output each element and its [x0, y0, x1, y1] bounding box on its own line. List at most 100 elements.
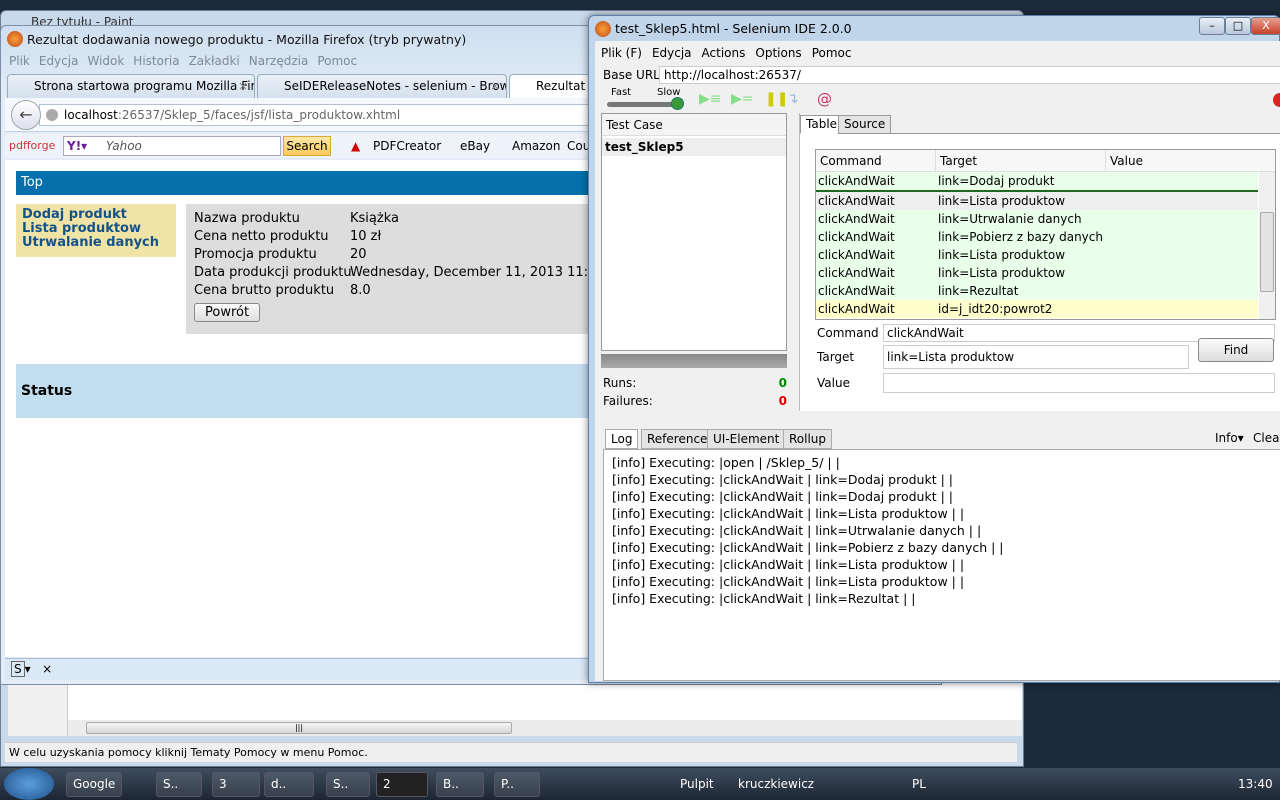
language-indicator[interactable]: PL [912, 777, 926, 791]
taskbar-item[interactable]: S.. [156, 772, 202, 797]
clear-button[interactable]: Clear [1253, 431, 1280, 445]
run-stats: Runs: 0 Failures: 0 [603, 374, 787, 410]
tab-release-notes[interactable]: SeIDEReleaseNotes - selenium - Brow... × [257, 74, 507, 98]
menu-options[interactable]: Options [755, 46, 801, 60]
selenium-body: Plik (F) Edycja Actions Options Pomoc Base U… [595, 41, 1280, 681]
taskbar-item[interactable]: Google [66, 772, 122, 797]
table-row[interactable]: clickAndWait link=Dodaj produkt [816, 172, 1258, 192]
tab-start-page[interactable]: Strona startowa programu Mozilla Fir... × [7, 74, 255, 98]
yahoo-icon: Y!▾ [67, 139, 88, 153]
speed-fast-label: Fast [611, 87, 632, 98]
menu-plik[interactable]: Plik (F) [601, 46, 642, 60]
cell [1106, 300, 1256, 318]
menu-widok[interactable]: Widok [87, 54, 124, 68]
bookmark-pdfcreator[interactable]: PDFCreator [373, 134, 441, 158]
back-button[interactable]: ← [11, 100, 41, 130]
table-row[interactable]: clickAndWait id=j_idt20:powrot2 [816, 300, 1258, 318]
find-button[interactable]: Find [1198, 338, 1274, 362]
taskbar-item[interactable]: d.. [264, 772, 314, 797]
menu-pomoc[interactable]: Pomoc [317, 54, 357, 68]
link-utrwalanie-danych[interactable]: Utrwalanie danych [22, 236, 170, 250]
test-case-item[interactable]: test_Sklep5 [602, 138, 786, 156]
play-test-icon[interactable]: ▶= [731, 91, 754, 107]
powrot-button[interactable]: Powrót [194, 303, 261, 322]
detail-row: Cena netto produktu 10 zł [194, 228, 588, 246]
menu-plik[interactable]: Plik [9, 54, 30, 68]
target-input[interactable]: link=Lista produktow [883, 345, 1189, 369]
log-line: [info] Executing: |clickAndWait | link=U… [612, 523, 982, 538]
table-scrollbar[interactable] [1259, 172, 1275, 319]
taskbar-item[interactable]: S.. [326, 772, 370, 797]
tab-rollup[interactable]: Rollup [783, 429, 833, 449]
status-section: Status [16, 364, 596, 418]
link-lista-produktow[interactable]: Lista produktow [22, 222, 170, 236]
speed-slider[interactable] [607, 102, 681, 107]
addon-s-icon[interactable]: S [11, 661, 25, 677]
addon-close-button[interactable]: × [42, 662, 52, 676]
search-input[interactable]: Yahoo [63, 136, 281, 156]
speed-slider-knob[interactable] [671, 97, 684, 110]
taskbar-item[interactable]: P.. [494, 772, 540, 797]
bookmark-ebay[interactable]: eBay [460, 134, 490, 158]
cell: link=Pobierz z bazy danych [938, 230, 1103, 244]
paint-scroll-thumb[interactable]: ||| [86, 722, 512, 734]
maximize-button[interactable]: □ [1225, 17, 1251, 35]
selenium-title: test_Sklep5.html - Selenium IDE 2.0.0 [615, 21, 852, 36]
table-row[interactable]: clickAndWait link=Rezultat [816, 282, 1258, 300]
pause-icon[interactable]: ❚❚ [765, 91, 788, 107]
base-url-input[interactable]: http://localhost:26537/ [659, 66, 1280, 84]
menu-edycja[interactable]: Edycja [39, 54, 79, 68]
log-line: [info] Executing: |clickAndWait | link=L… [612, 574, 965, 589]
menu-edycja[interactable]: Edycja [652, 46, 692, 60]
table-row[interactable]: clickAndWait link=Pobierz z bazy danych [816, 228, 1258, 246]
start-button[interactable] [4, 768, 54, 800]
taskbar-pulpit[interactable]: Pulpit [680, 777, 714, 791]
search-button[interactable]: Search [283, 136, 331, 156]
link-dodaj-produkt[interactable]: Dodaj produkt [22, 208, 170, 222]
tab-label: Strona startowa programu Mozilla Fir... [34, 79, 255, 93]
record-icon[interactable] [1273, 93, 1280, 107]
tab-rezultat[interactable]: Rezultat do [509, 74, 599, 98]
cell: link=Dodaj produkt [938, 174, 1055, 188]
log-output: [info] Executing: |open | /Sklep_5/ | | [… [603, 449, 1280, 681]
cell [1106, 228, 1256, 246]
rollup-icon[interactable]: @ [817, 90, 832, 108]
close-tab-icon[interactable]: × [490, 75, 500, 97]
table-row[interactable]: clickAndWait link=Lista produktow [816, 264, 1258, 282]
cell: clickAndWait [818, 230, 895, 244]
play-suite-icon[interactable]: ▶≡ [699, 91, 722, 107]
column-command: Command [816, 150, 936, 171]
taskbar-user[interactable]: kruczkiewicz [738, 777, 814, 791]
bookmark-amazon[interactable]: Amazon [512, 134, 561, 158]
table-row[interactable]: clickAndWait link=Lista produktow [816, 192, 1258, 210]
bookmark-more[interactable]: Cou [567, 134, 590, 158]
tab-table[interactable]: Table [800, 115, 844, 134]
step-icon[interactable]: ↴ [787, 91, 799, 107]
taskbar-item[interactable]: 2 [376, 772, 428, 797]
value-input[interactable] [883, 373, 1275, 393]
cell [1106, 192, 1256, 210]
menu-zakladki[interactable]: Zakładki [189, 54, 240, 68]
close-tab-icon[interactable]: × [238, 75, 248, 97]
tab-log[interactable]: Log [605, 429, 639, 449]
detail-label: Cena netto produktu [194, 229, 329, 244]
cell: link=Lista produktow [938, 248, 1066, 262]
cell: clickAndWait [818, 248, 895, 262]
firefox-icon [7, 31, 23, 47]
taskbar-item[interactable]: 3 [212, 772, 260, 797]
table-row[interactable]: clickAndWait link=Utrwalanie danych [816, 210, 1258, 228]
clock[interactable]: 13:40 [1238, 777, 1273, 791]
taskbar-item[interactable]: B.. [436, 772, 484, 797]
tab-source[interactable]: Source [838, 115, 892, 134]
scroll-thumb[interactable] [1260, 212, 1274, 292]
menu-historia[interactable]: Historia [133, 54, 179, 68]
minimize-button[interactable]: – [1199, 17, 1225, 35]
close-button[interactable]: X [1251, 17, 1280, 35]
tab-reference[interactable]: Reference [641, 429, 714, 449]
menu-narzedzia[interactable]: Narzędzia [249, 54, 309, 68]
menu-actions[interactable]: Actions [702, 46, 746, 60]
table-row[interactable]: clickAndWait link=Lista produktow [816, 246, 1258, 264]
menu-pomoc[interactable]: Pomoc [812, 46, 852, 60]
tab-ui-element[interactable]: UI-Element [707, 429, 786, 449]
info-button[interactable]: Info▾ [1215, 431, 1244, 445]
